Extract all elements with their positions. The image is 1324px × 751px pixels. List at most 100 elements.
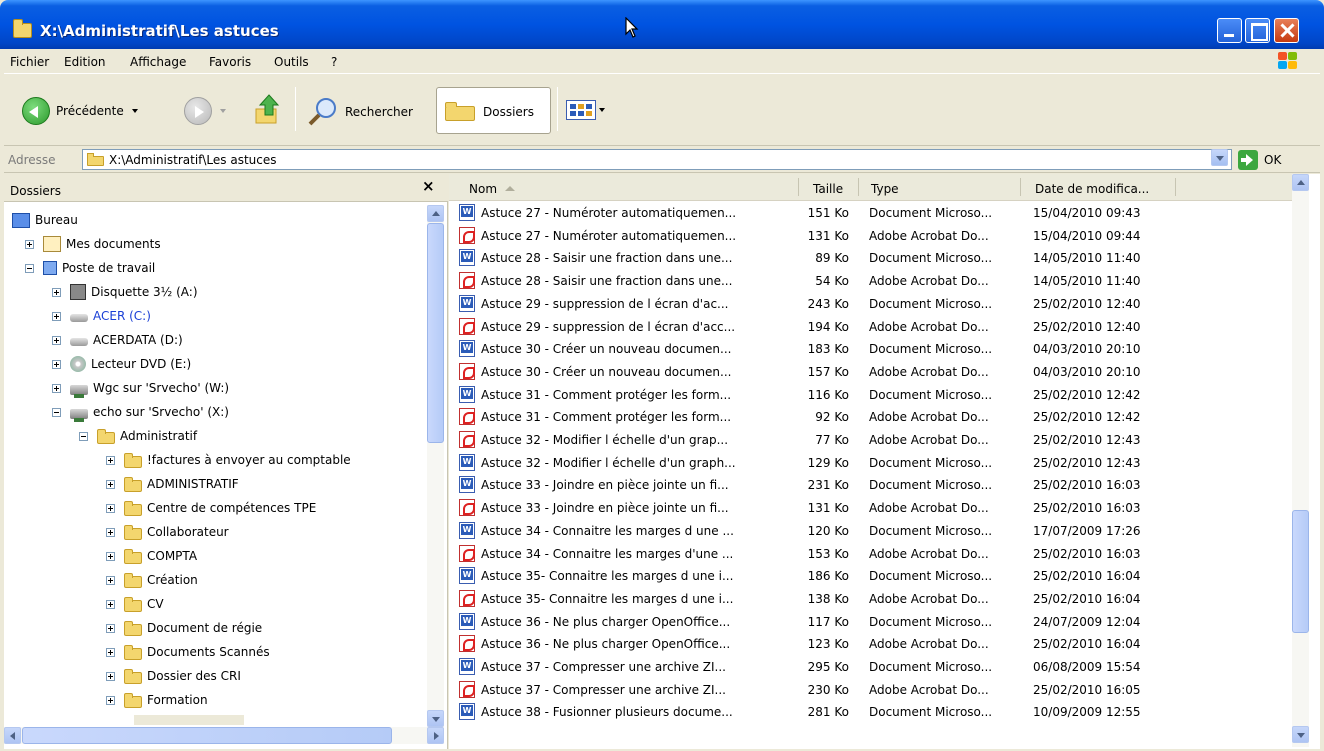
tree-item-formation[interactable]: Formation bbox=[106, 689, 208, 711]
scroll-left-button[interactable] bbox=[4, 727, 21, 744]
collapse-icon[interactable] bbox=[79, 431, 88, 441]
expand-icon[interactable] bbox=[106, 503, 115, 513]
views-button[interactable] bbox=[566, 100, 605, 120]
file-row[interactable]: Astuce 36 - Ne plus charger OpenOffice..… bbox=[449, 611, 1292, 633]
tree-item-factures[interactable]: !factures à envoyer au comptable bbox=[106, 449, 351, 471]
files-vertical-scrollbar[interactable] bbox=[1292, 174, 1309, 747]
expand-icon[interactable] bbox=[52, 311, 61, 321]
expand-icon[interactable] bbox=[106, 575, 115, 585]
tree-item-compta[interactable]: COMPTA bbox=[106, 545, 197, 567]
expand-icon[interactable] bbox=[106, 599, 115, 609]
menu-outils[interactable]: Outils bbox=[274, 55, 309, 69]
tree-item-documents-scannes[interactable]: Documents Scannés bbox=[106, 641, 270, 663]
expand-icon[interactable] bbox=[106, 455, 115, 465]
tree-item-echo-x[interactable]: echo sur 'Srvecho' (X:) bbox=[52, 401, 229, 423]
folders-horizontal-scrollbar[interactable] bbox=[4, 727, 444, 744]
search-button[interactable]: Rechercher bbox=[307, 97, 413, 127]
collapse-icon[interactable] bbox=[52, 407, 61, 417]
expand-icon[interactable] bbox=[106, 527, 115, 537]
column-header-date[interactable]: Date de modifica... bbox=[1021, 174, 1176, 201]
file-row[interactable]: Astuce 31 - Comment protéger les form...… bbox=[449, 406, 1292, 428]
expand-icon[interactable] bbox=[106, 623, 115, 633]
tree-item-disquette[interactable]: Disquette 3½ (A:) bbox=[52, 281, 198, 303]
close-pane-icon[interactable]: × bbox=[422, 177, 435, 195]
expand-icon[interactable] bbox=[52, 287, 61, 297]
go-button[interactable]: OK bbox=[1238, 149, 1318, 170]
file-row[interactable]: Astuce 28 - Saisir une fraction dans une… bbox=[449, 247, 1292, 269]
tree-item-administratif-sub[interactable]: ADMINISTRATIF bbox=[106, 473, 239, 495]
tree-item-administratif[interactable]: Administratif bbox=[79, 425, 197, 447]
maximize-button[interactable] bbox=[1245, 18, 1270, 43]
tree-item-bureau[interactable]: Bureau bbox=[12, 209, 78, 231]
tree-item-poste-de-travail[interactable]: Poste de travail bbox=[25, 257, 155, 279]
folders-button[interactable]: Dossiers bbox=[436, 87, 551, 134]
column-header-name[interactable]: Nom bbox=[449, 174, 799, 201]
tree-item-centre-competences[interactable]: Centre de compétences TPE bbox=[106, 497, 316, 519]
folders-vertical-scrollbar[interactable] bbox=[427, 205, 444, 727]
expand-icon[interactable] bbox=[106, 479, 115, 489]
collapse-icon[interactable] bbox=[25, 263, 34, 273]
file-row[interactable]: Astuce 35- Connaitre les marges d une i.… bbox=[449, 565, 1292, 587]
close-button[interactable] bbox=[1274, 18, 1299, 43]
tree-item-acerdata-d[interactable]: ACERDATA (D:) bbox=[52, 329, 183, 351]
menu-help[interactable]: ? bbox=[331, 55, 337, 69]
minimize-button[interactable] bbox=[1217, 18, 1242, 43]
menu-fichier[interactable]: Fichier bbox=[10, 55, 49, 69]
file-row[interactable]: Astuce 34 - Connaitre les marges d'une .… bbox=[449, 543, 1292, 565]
tree-item-dossier-cri[interactable]: Dossier des CRI bbox=[106, 665, 241, 687]
file-row[interactable]: Astuce 33 - Joindre en pièce jointe un f… bbox=[449, 474, 1292, 496]
scroll-down-button[interactable] bbox=[1292, 726, 1309, 743]
address-dropdown-button[interactable] bbox=[1211, 149, 1228, 166]
file-row[interactable]: Astuce 34 - Connaitre les marges d une .… bbox=[449, 520, 1292, 542]
column-header-size[interactable]: Taille bbox=[799, 174, 859, 201]
file-row[interactable]: Astuce 28 - Saisir une fraction dans une… bbox=[449, 270, 1292, 292]
scroll-up-button[interactable] bbox=[427, 205, 444, 222]
scroll-thumb[interactable] bbox=[22, 727, 392, 744]
tree-item-acer-c[interactable]: ACER (C:) bbox=[52, 305, 151, 327]
back-button[interactable]: Précédente bbox=[22, 97, 138, 125]
tree-item-wgc-w[interactable]: Wgc sur 'Srvecho' (W:) bbox=[52, 377, 229, 399]
file-row[interactable]: Astuce 37 - Compresser une archive ZI...… bbox=[449, 679, 1292, 701]
file-row[interactable]: Astuce 35- Connaitre les marges d une i.… bbox=[449, 588, 1292, 610]
file-row[interactable]: Astuce 27 - Numéroter automatiquemen... 1… bbox=[449, 202, 1292, 224]
tree-item-mes-documents[interactable]: Mes documents bbox=[25, 233, 161, 255]
address-input[interactable]: X:\Administratif\Les astuces bbox=[82, 149, 1232, 170]
file-row[interactable]: Astuce 32 - Modifier l échelle d'un grap… bbox=[449, 452, 1292, 474]
file-row[interactable]: Astuce 32 - Modifier l échelle d'un grap… bbox=[449, 429, 1292, 451]
expand-icon[interactable] bbox=[106, 695, 115, 705]
tree-item-document-regie[interactable]: Document de régie bbox=[106, 617, 262, 639]
file-row[interactable]: Astuce 30 - Créer un nouveau documen... 1… bbox=[449, 338, 1292, 360]
tree-item-dvd-e[interactable]: Lecteur DVD (E:) bbox=[52, 353, 191, 375]
file-row[interactable]: Astuce 36 - Ne plus charger OpenOffice..… bbox=[449, 633, 1292, 655]
menu-edition[interactable]: Edition bbox=[64, 55, 106, 69]
scroll-right-button[interactable] bbox=[427, 727, 444, 744]
scroll-down-button[interactable] bbox=[427, 710, 444, 727]
tree-item-cv[interactable]: CV bbox=[106, 593, 164, 615]
expand-icon[interactable] bbox=[52, 335, 61, 345]
menu-affichage[interactable]: Affichage bbox=[130, 55, 186, 69]
file-row[interactable]: Astuce 31 - Comment protéger les form...… bbox=[449, 384, 1292, 406]
tree-item-collaborateur[interactable]: Collaborateur bbox=[106, 521, 229, 543]
expand-icon[interactable] bbox=[52, 359, 61, 369]
expand-icon[interactable] bbox=[52, 383, 61, 393]
up-folder-button[interactable] bbox=[254, 93, 284, 127]
file-row[interactable]: Astuce 30 - Créer un nouveau documen... 1… bbox=[449, 361, 1292, 383]
expand-icon[interactable] bbox=[106, 551, 115, 561]
scroll-up-button[interactable] bbox=[1292, 174, 1309, 191]
file-row[interactable]: Astuce 37 - Compresser une archive ZI...… bbox=[449, 656, 1292, 678]
scroll-thumb[interactable] bbox=[427, 223, 444, 443]
menu-favoris[interactable]: Favoris bbox=[209, 55, 251, 69]
title-bar[interactable]: X:\Administratif\Les astuces bbox=[0, 0, 1324, 49]
file-row[interactable]: Astuce 29 - suppression de l écran d'ac.… bbox=[449, 293, 1292, 315]
tree-item-creation[interactable]: Création bbox=[106, 569, 198, 591]
expand-icon[interactable] bbox=[106, 647, 115, 657]
expand-icon[interactable] bbox=[25, 239, 34, 249]
scroll-thumb[interactable] bbox=[1292, 510, 1309, 633]
forward-dropdown-icon[interactable] bbox=[220, 109, 226, 113]
forward-button[interactable] bbox=[184, 97, 226, 125]
file-row[interactable]: Astuce 27 - Numéroter automatiquemen... 1… bbox=[449, 225, 1292, 247]
column-header-type[interactable]: Type bbox=[859, 174, 1021, 201]
file-row[interactable]: Astuce 33 - Joindre en pièce jointe un f… bbox=[449, 497, 1292, 519]
file-row[interactable]: Astuce 29 - suppression de l écran d'acc… bbox=[449, 316, 1292, 338]
file-row[interactable]: Astuce 38 - Fusionner plusieurs docume..… bbox=[449, 701, 1292, 723]
